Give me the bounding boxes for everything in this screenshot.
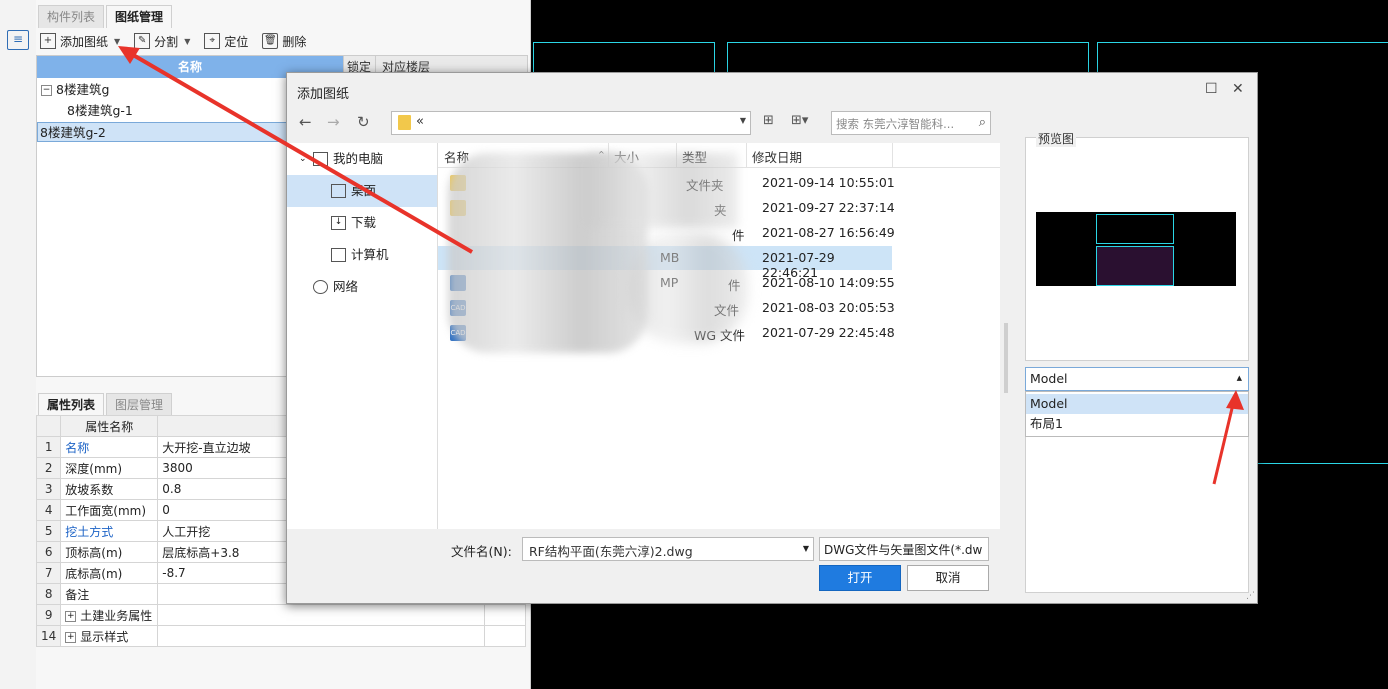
arrow-head: [1226, 390, 1244, 410]
annotation-arrow: [1212, 399, 1236, 485]
annotation-arrow: [126, 50, 474, 254]
annotation-arrows: [118, 46, 1244, 485]
